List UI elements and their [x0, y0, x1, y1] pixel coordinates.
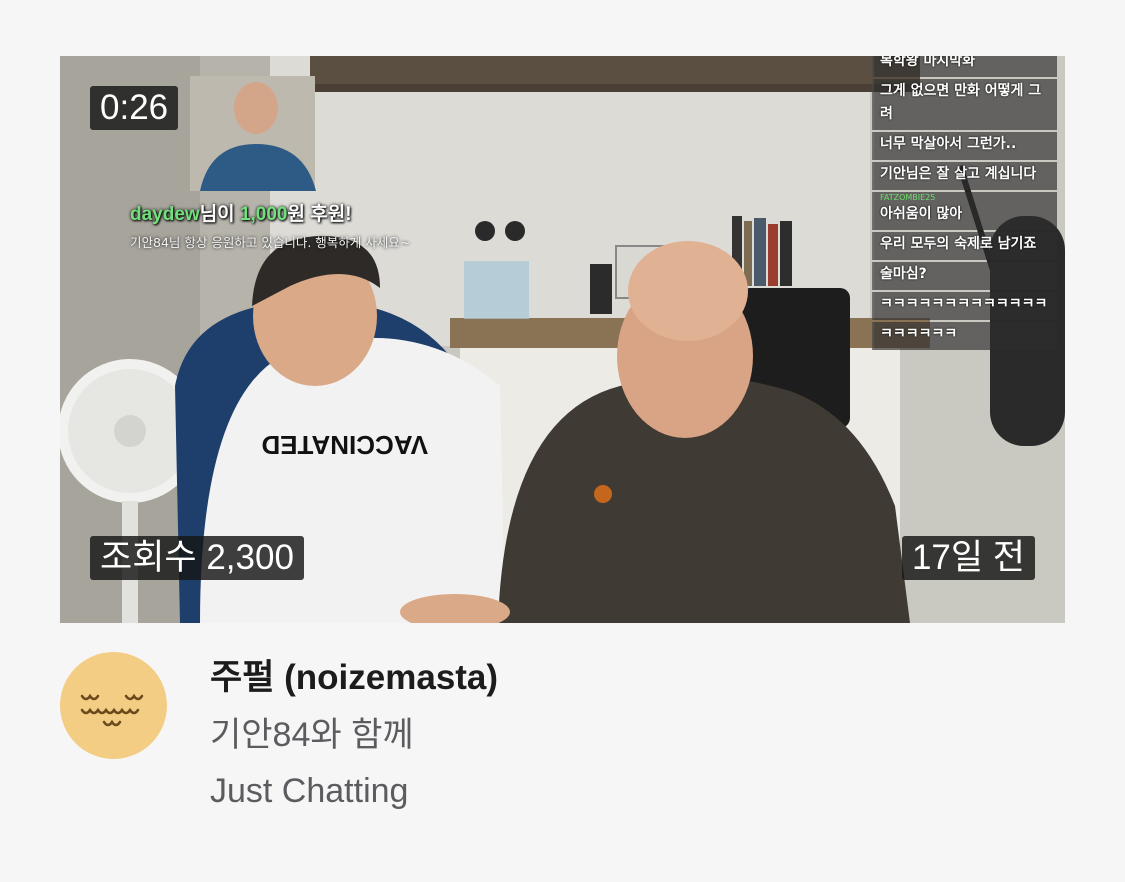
chat-message: ㅋㅋㅋㅋㅋㅋ [872, 322, 1057, 350]
chat-text: 우리 모두의 숙제로 남기죠 [880, 236, 1037, 252]
donation-amount: 1,000 [239, 204, 288, 225]
chat-text: 술마심? [880, 266, 927, 282]
video-card: VACCINATED daydew님이 1,000원 후원! 기안84님 항상 … [0, 0, 1125, 882]
chat-username: FATZOMBIE25 [880, 193, 936, 202]
channel-avatar[interactable] [60, 652, 167, 759]
video-title-link[interactable]: 기안84와 함께 [210, 714, 1030, 756]
chat-message: FATZOMBIE25 아쉬움이 많아 [872, 192, 1057, 230]
donation-user: daydew [130, 204, 200, 225]
chat-text: ㅋㅋㅋㅋㅋㅋ [880, 326, 958, 342]
donation-headline: daydew님이 1,000원 후원! [130, 199, 410, 226]
chat-message: 너무 막살아서 그런가.. [872, 132, 1057, 160]
svg-text:VACCINATED: VACCINATED [261, 430, 428, 460]
chat-message: 우리 모두의 숙제로 남기죠 [872, 232, 1057, 260]
chat-message: 술마심? [872, 262, 1057, 290]
video-meta: 주펄 (noizemasta) 기안84와 함께 Just Chatting [210, 656, 1030, 812]
sleepy-face-icon [80, 693, 144, 727]
chat-text: 기안님은 잘 살고 계십니다 [880, 166, 1037, 182]
donation-text-mid: 님이 [199, 204, 240, 225]
chat-message: 그게 없으면 만화 어떻게 그려 [872, 79, 1057, 130]
chat-message: ㅋㅋㅋㅋㅋㅋㅋㅋㅋㅋㅋㅋㅋ [872, 292, 1057, 320]
donation-text-end: 원 후원! [287, 204, 352, 225]
chat-text: 아쉬움이 많아 [880, 206, 963, 222]
chat-message: 복학왕 마지막화 [872, 56, 1057, 77]
donation-message: 기안84님 항상 응원하고 있습니다. 행복하게 사세요~ [130, 235, 411, 250]
chat-text: 복학왕 마지막화 [880, 56, 976, 69]
channel-name-link[interactable]: 주펄 (noizemasta) [210, 656, 498, 700]
chat-text: 너무 막살아서 그런가.. [880, 136, 1017, 152]
video-thumbnail[interactable]: VACCINATED daydew님이 1,000원 후원! 기안84님 항상 … [60, 56, 1065, 623]
upload-date-badge: 17일 전 [901, 536, 1035, 580]
duration-badge: 0:26 [90, 86, 179, 130]
category-link[interactable]: Just Chatting [210, 770, 1030, 812]
chat-message: 기안님은 잘 살고 계십니다 [872, 162, 1057, 190]
chat-text: 그게 없으면 만화 어떻게 그려 [880, 83, 1042, 122]
chat-text: ㅋㅋㅋㅋㅋㅋㅋㅋㅋㅋㅋㅋㅋ [880, 296, 1048, 312]
view-count-badge: 조회수 2,300 [90, 536, 304, 580]
donation-alert: daydew님이 1,000원 후원! 기안84님 항상 응원하고 있습니다. … [130, 199, 410, 251]
